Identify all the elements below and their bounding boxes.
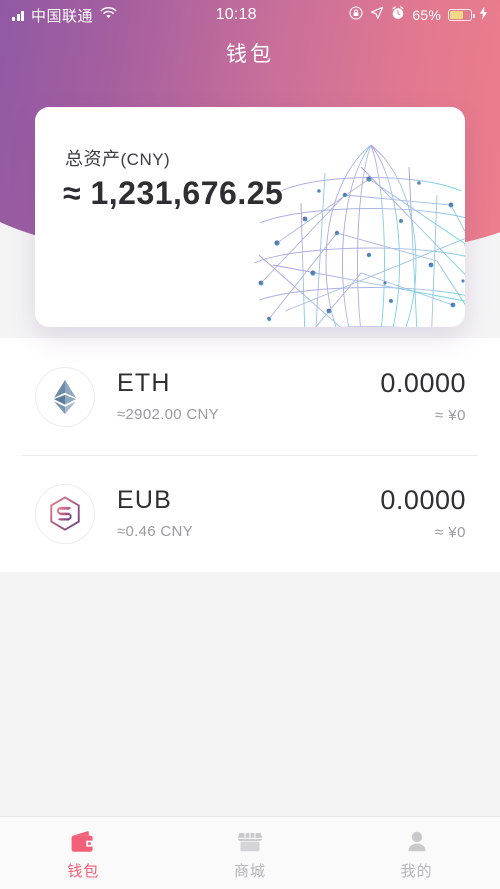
battery-icon <box>448 9 475 21</box>
total-assets-currency: (CNY) <box>120 150 171 169</box>
battery-percent-label: 65% <box>412 7 441 23</box>
person-icon <box>403 829 431 855</box>
wallet-icon <box>69 829 97 855</box>
status-bar-left: 中国联通 <box>12 5 117 26</box>
eub-info: EUB ≈0.46 CNY <box>95 485 380 541</box>
eth-symbol: ETH <box>117 368 171 397</box>
tab-profile-label: 我的 <box>400 863 433 880</box>
wallet-screen: 中国联通 10:18 65% 钱包 总资产(CNY) ≈ 1,231,676.2… <box>0 0 500 889</box>
eth-info: ETH ≈2902.00 CNY <box>95 368 380 424</box>
rotation-lock-icon <box>349 6 363 24</box>
total-assets-amount: 1,231,676.25 <box>90 175 284 211</box>
store-icon <box>236 829 264 855</box>
asset-row-eub[interactable]: EUB ≈0.46 CNY 0.0000 ≈ ¥0 <box>0 455 500 572</box>
total-assets-card[interactable]: 总资产(CNY) ≈ 1,231,676.25 <box>35 107 465 327</box>
eub-balance: 0.0000 <box>380 484 466 515</box>
eub-rate: ≈0.46 CNY <box>117 523 193 541</box>
eub-fiat-value: ≈ ¥0 <box>434 524 466 542</box>
tab-bar: 钱包 商城 我的 <box>0 816 500 889</box>
eub-coin-icon <box>35 483 95 544</box>
approx-symbol: ≈ <box>63 175 82 211</box>
asset-row-eth[interactable]: ETH ≈2902.00 CNY 0.0000 ≈ ¥0 <box>0 338 500 455</box>
wifi-icon <box>100 6 117 24</box>
eth-amounts: 0.0000 ≈ ¥0 <box>380 367 466 425</box>
total-assets-label-text: 总资产 <box>65 149 121 169</box>
location-arrow-icon <box>370 6 384 24</box>
asset-list: ETH ≈2902.00 CNY 0.0000 ≈ ¥0 EUB ≈0.46 C… <box>0 338 500 572</box>
tab-store-label: 商城 <box>234 863 267 880</box>
page-title: 钱包 <box>226 43 274 66</box>
eth-balance: 0.0000 <box>380 367 466 398</box>
carrier-label: 中国联通 <box>31 7 94 25</box>
eth-fiat-value: ≈ ¥0 <box>434 407 466 425</box>
eth-coin-icon <box>35 366 95 427</box>
tab-wallet[interactable]: 钱包 <box>0 817 167 889</box>
alarm-clock-icon <box>391 6 405 24</box>
tab-profile[interactable]: 我的 <box>333 817 500 889</box>
eth-rate: ≈2902.00 CNY <box>117 406 219 424</box>
status-bar-right: 65% <box>349 6 488 24</box>
signal-bars-icon <box>12 10 24 21</box>
total-assets-value: ≈ 1,231,676.25 <box>63 175 283 212</box>
eub-amounts: 0.0000 ≈ ¥0 <box>380 484 466 542</box>
tab-store[interactable]: 商城 <box>167 817 334 889</box>
eub-symbol: EUB <box>117 485 173 514</box>
total-assets-label: 总资产(CNY) <box>65 145 170 171</box>
status-bar-time: 10:18 <box>215 6 257 23</box>
status-bar: 中国联通 10:18 65% <box>0 0 500 30</box>
lightning-bolt-icon <box>479 6 488 24</box>
network-globe-graphic <box>253 145 465 327</box>
tab-wallet-label: 钱包 <box>67 863 100 880</box>
